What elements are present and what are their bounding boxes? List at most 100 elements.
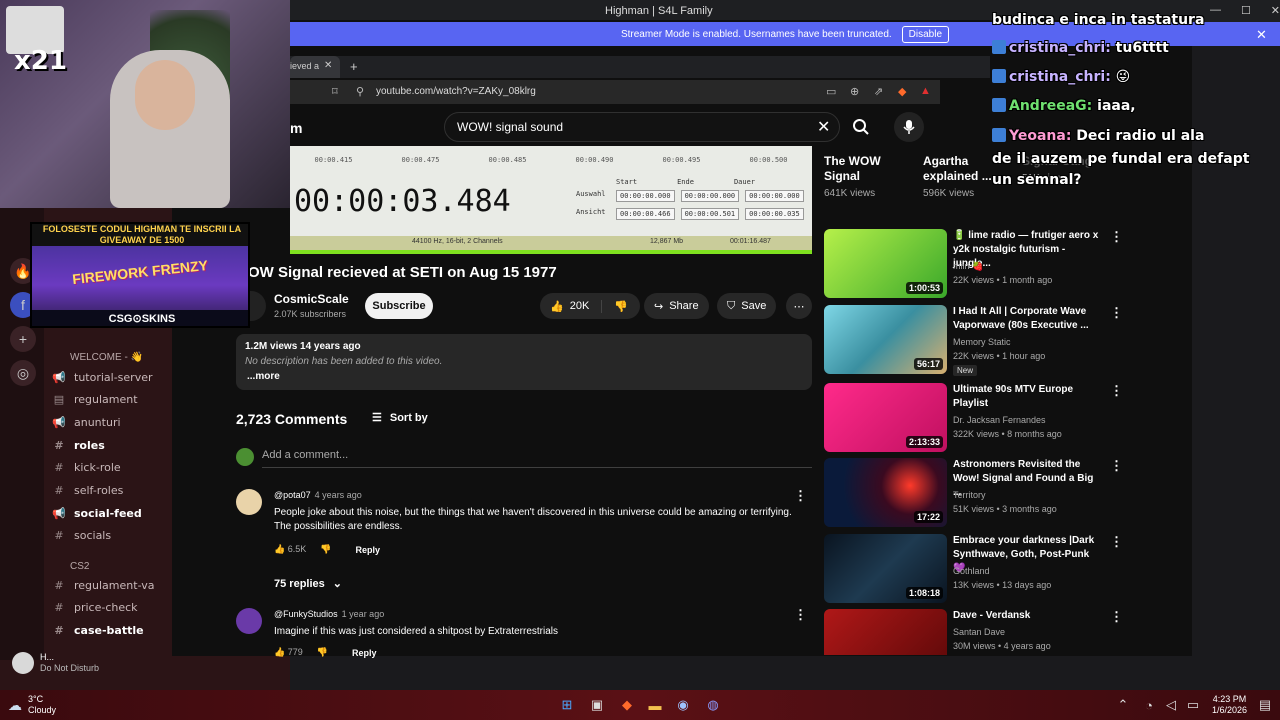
youtube-logo[interactable]: m	[290, 120, 302, 136]
subscribe-button[interactable]: Subscribe	[365, 293, 433, 319]
rec-channel[interactable]: Santan Dave	[953, 627, 1005, 637]
discord-user-panel[interactable]: H... Do Not Disturb	[12, 652, 99, 674]
channel-name[interactable]: CosmicScale	[274, 292, 349, 306]
dislike-button[interactable]: 👎	[608, 300, 628, 313]
sort-by-button[interactable]: ☰ Sort by	[372, 411, 428, 425]
more-actions-button[interactable]: ⋯	[786, 293, 812, 319]
discord-icon[interactable]: ◍	[702, 694, 724, 716]
comment-avatar[interactable]	[236, 489, 262, 515]
close-tab-icon[interactable]: ✕	[324, 60, 332, 71]
search-box[interactable]: WOW! signal sound ✕	[444, 112, 840, 142]
site-info-icon[interactable]: ⚲	[356, 85, 364, 98]
brave-rewards-icon[interactable]: ▲	[920, 85, 931, 97]
replies-toggle[interactable]: 75 replies ⌄	[274, 577, 342, 591]
channel-category[interactable]: WELCOME - 👋	[70, 352, 143, 363]
rec-channel[interactable]: Memory Static	[953, 337, 1011, 347]
recommendation-card[interactable]: Dave - Verdansk Santan Dave 30M views • …	[824, 609, 1124, 655]
rec-channel[interactable]: Dr. Jacksan Fernandes	[953, 415, 1046, 425]
thumbs-down-icon[interactable]: 👎	[320, 544, 331, 555]
like-button[interactable]: 👍 20K	[540, 299, 602, 313]
brave-icon[interactable]: ◆	[616, 694, 638, 716]
weather-widget[interactable]: ☁ 3°C Cloudy	[8, 694, 56, 716]
rec-channel[interactable]: Gothland	[953, 566, 990, 576]
rec-title[interactable]: I Had It All | Corporate Wave Vaporwave …	[953, 305, 1103, 333]
search-icon	[853, 119, 869, 135]
more-icon[interactable]: ⋮	[1110, 229, 1123, 245]
video-thumbnail[interactable]: 56:17	[824, 305, 947, 374]
recommendation-card[interactable]: 56:17 I Had It All | Corporate Wave Vapo…	[824, 305, 1124, 376]
thumbs-down-icon[interactable]: 👎	[317, 647, 328, 658]
progress-bar[interactable]	[290, 250, 812, 254]
rec-title[interactable]: Dave - Verdansk	[953, 609, 1103, 623]
brave-shield-icon[interactable]: ◆	[898, 85, 906, 98]
reply-button[interactable]: Reply	[352, 648, 377, 658]
comment-input[interactable]: Add a comment...	[262, 449, 812, 468]
rec-title[interactable]: Ultimate 90s MTV Europe Playlist	[953, 383, 1103, 411]
more-icon[interactable]: ⋮	[1110, 305, 1123, 321]
task-view-icon[interactable]: ▣	[586, 694, 608, 716]
video-thumbnail[interactable]: 2:13:33	[824, 383, 947, 452]
disable-streamer-button[interactable]: Disable	[901, 25, 950, 43]
clear-search-icon[interactable]: ✕	[817, 117, 830, 137]
video-thumbnail[interactable]	[824, 609, 947, 655]
panel-header: Start	[616, 178, 638, 186]
search-input[interactable]: WOW! signal sound	[457, 120, 563, 134]
comment-menu-icon[interactable]: ⋮	[794, 488, 807, 504]
comment-author[interactable]: @pota07 4 years ago	[274, 490, 362, 500]
recommendation-card[interactable]: 1:08:18 Embrace your darkness |Dark Synt…	[824, 534, 1124, 604]
volume-icon[interactable]: ◁	[1160, 694, 1182, 716]
video-thumbnail[interactable]: 1:00:53	[824, 229, 947, 298]
like-button[interactable]: 👍 779	[274, 647, 303, 658]
new-tab-icon[interactable]: +	[350, 59, 358, 74]
show-more-link[interactable]: ...more	[247, 371, 280, 382]
bookmark-icon[interactable]: ⌑	[332, 85, 338, 98]
more-icon[interactable]: ⋮	[1110, 534, 1123, 550]
rec-channel[interactable]: miin 🍓	[953, 261, 983, 272]
like-button[interactable]: 👍 6.5K	[274, 544, 306, 555]
voice-search-button[interactable]	[894, 112, 924, 142]
recommendation-card[interactable]: 17:22 Astronomers Revisited the Wow! Sig…	[824, 458, 1124, 528]
date: 1/6/2026	[1212, 705, 1248, 715]
zoom-icon[interactable]: ⊕	[850, 85, 859, 98]
browser-tab[interactable]: ieved a	[290, 56, 340, 78]
search-button[interactable]	[846, 112, 876, 142]
share-button[interactable]: ↪ Share	[644, 293, 709, 319]
more-icon[interactable]: ⋮	[1110, 609, 1123, 625]
battery-icon[interactable]: ▭	[1182, 694, 1204, 716]
more-icon[interactable]: ⋮	[1110, 383, 1123, 399]
folder-icon[interactable]: ▬	[644, 694, 666, 716]
save-button[interactable]: ⛉ Save	[717, 293, 777, 319]
wifi-icon[interactable]: ◔	[1138, 694, 1160, 716]
comment-menu-icon[interactable]: ⋮	[794, 607, 807, 623]
url-text[interactable]: youtube.com/watch?v=ZAKy_08klrg	[376, 86, 536, 97]
recommendation-card[interactable]: 1:00:53 🔋 lime radio — frutiger aero x y…	[824, 229, 1124, 299]
clock[interactable]: 4:23 PM 1/6/2026	[1212, 694, 1247, 716]
comment-author[interactable]: @FunkyStudios 1 year ago	[274, 609, 384, 619]
avatar	[236, 448, 254, 466]
video-thumbnail[interactable]: 1:08:18	[824, 534, 947, 603]
more-icon[interactable]: ⋮	[1110, 458, 1123, 474]
video-player[interactable]: 00:00.415 00:00.475 00:00.485 00:00.490 …	[290, 146, 812, 254]
thumbs-down-icon: 👎	[614, 300, 628, 313]
cast-icon[interactable]: ▭	[826, 85, 836, 98]
discover-icon[interactable]: ◎	[10, 360, 36, 386]
recommendation-card[interactable]: The WOW Signal 641K views	[824, 154, 914, 199]
share-icon[interactable]: ⇗	[874, 85, 883, 98]
reply-button[interactable]: Reply	[355, 545, 380, 555]
chevron-up-icon[interactable]: ⌃	[1112, 694, 1134, 716]
address-bar[interactable]: ⌑ ⚲ youtube.com/watch?v=ZAKy_08klrg ▭ ⊕ …	[290, 80, 940, 104]
video-thumbnail[interactable]: 17:22	[824, 458, 947, 527]
add-server-icon[interactable]: +	[10, 326, 36, 352]
sponsor-logo: CSG⊙SKINS	[32, 310, 248, 326]
save-label: Save	[741, 300, 767, 312]
rec-channel[interactable]: Territory	[953, 490, 986, 500]
hash-icon: #	[54, 623, 64, 637]
recommendation-card[interactable]: 2:13:33 Ultimate 90s MTV Europe Playlist…	[824, 383, 1124, 453]
notification-icon[interactable]: ▤	[1254, 694, 1276, 716]
steam-icon[interactable]: ◉	[672, 694, 694, 716]
description-box[interactable]: 1.2M views 14 years ago No description h…	[236, 334, 812, 390]
chat-username: cristina_chri:	[1009, 69, 1111, 85]
comment-avatar[interactable]	[236, 608, 262, 634]
start-icon[interactable]: ⊞	[556, 694, 578, 716]
channel-category[interactable]: CS2	[70, 561, 89, 572]
